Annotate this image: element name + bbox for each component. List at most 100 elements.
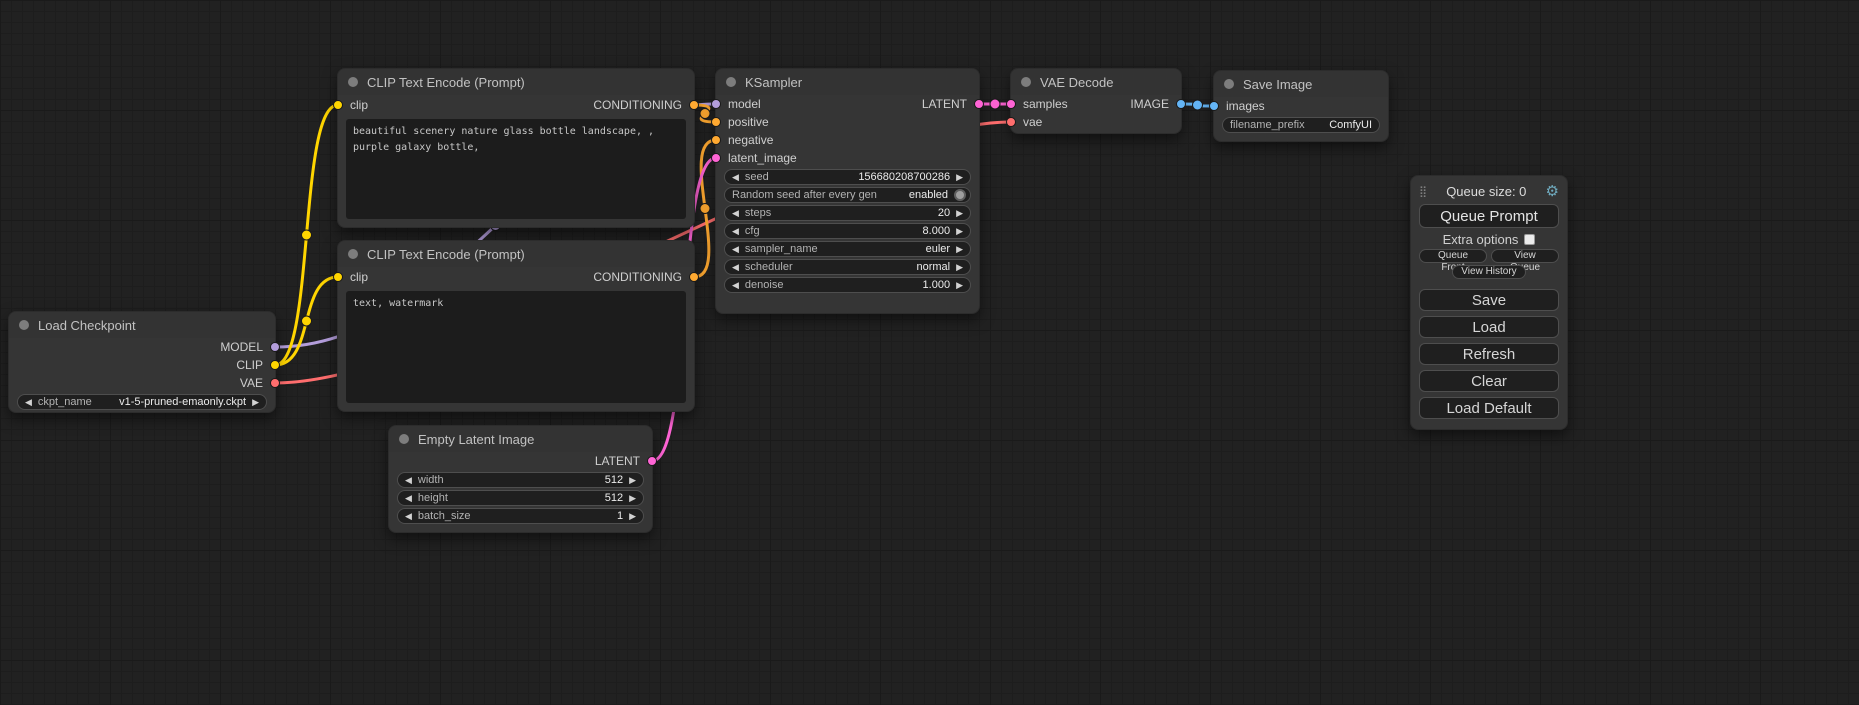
- scheduler-widget[interactable]: ◀ scheduler normal ▶: [724, 259, 971, 275]
- increment-arrow-icon[interactable]: ▶: [629, 494, 636, 503]
- clip-input-port[interactable]: [333, 100, 343, 110]
- node-title-bar[interactable]: VAE Decode: [1011, 69, 1181, 95]
- increment-arrow-icon[interactable]: ▶: [629, 476, 636, 485]
- input-slot-label: negative: [728, 133, 773, 147]
- latent-output-port[interactable]: [647, 456, 657, 466]
- decrement-arrow-icon[interactable]: ◀: [732, 281, 739, 290]
- vae-input-port[interactable]: [1006, 117, 1016, 127]
- image-output-port[interactable]: [1176, 99, 1186, 109]
- samples-input-port[interactable]: [1006, 99, 1016, 109]
- decrement-arrow-icon[interactable]: ◀: [732, 245, 739, 254]
- clear-button[interactable]: Clear: [1419, 370, 1559, 392]
- positive-prompt-textarea[interactable]: beautiful scenery nature glass bottle la…: [346, 119, 686, 219]
- negative-input-port[interactable]: [711, 135, 721, 145]
- decrement-arrow-icon[interactable]: ◀: [732, 173, 739, 182]
- output-slot-label: CONDITIONING: [593, 98, 682, 112]
- increment-arrow-icon[interactable]: ▶: [956, 281, 963, 290]
- latent-output-port[interactable]: [974, 99, 984, 109]
- node-title-bar[interactable]: Load Checkpoint: [9, 312, 275, 338]
- widget-value: 156680208700286: [858, 171, 950, 183]
- widget-value: 1.000: [923, 279, 951, 291]
- increment-arrow-icon[interactable]: ▶: [956, 173, 963, 182]
- output-slot-label: LATENT: [922, 97, 967, 111]
- increment-arrow-icon[interactable]: ▶: [956, 263, 963, 272]
- toggle-knob[interactable]: [954, 189, 966, 201]
- load-default-button[interactable]: Load Default: [1419, 397, 1559, 419]
- steps-widget[interactable]: ◀ steps 20 ▶: [724, 205, 971, 221]
- positive-input-port[interactable]: [711, 117, 721, 127]
- view-history-button[interactable]: View History: [1452, 265, 1526, 279]
- load-button[interactable]: Load: [1419, 316, 1559, 338]
- node-title-bar[interactable]: KSampler: [716, 69, 979, 95]
- widget-label: Random seed after every gen: [732, 189, 877, 201]
- filename-prefix-widget[interactable]: filename_prefix ComfyUI: [1222, 117, 1380, 133]
- seed-widget[interactable]: ◀ seed 156680208700286 ▶: [724, 169, 971, 185]
- cfg-widget[interactable]: ◀ cfg 8.000 ▶: [724, 223, 971, 239]
- decrement-arrow-icon[interactable]: ◀: [25, 398, 32, 407]
- latent-image-input-port[interactable]: [711, 153, 721, 163]
- increment-arrow-icon[interactable]: ▶: [629, 512, 636, 521]
- decrement-arrow-icon[interactable]: ◀: [405, 512, 412, 521]
- node-status-dot: [1224, 79, 1234, 89]
- decrement-arrow-icon[interactable]: ◀: [732, 209, 739, 218]
- node-ksampler[interactable]: KSampler model LATENT positive negative …: [715, 68, 980, 314]
- widget-value: 512: [605, 474, 623, 486]
- menu-header: ⣿ Queue size: 0 ⚙: [1419, 181, 1559, 201]
- queue-front-button[interactable]: Queue Front: [1419, 249, 1487, 263]
- output-slot-label: CLIP: [236, 358, 263, 372]
- decrement-arrow-icon[interactable]: ◀: [405, 476, 412, 485]
- negative-prompt-textarea[interactable]: text, watermark: [346, 291, 686, 403]
- increment-arrow-icon[interactable]: ▶: [956, 245, 963, 254]
- node-load-checkpoint[interactable]: Load Checkpoint MODEL CLIP VAE ◀ ckpt_na…: [8, 311, 276, 413]
- node-clip-text-encode-positive[interactable]: CLIP Text Encode (Prompt) clip CONDITION…: [337, 68, 695, 228]
- node-clip-text-encode-negative[interactable]: CLIP Text Encode (Prompt) clip CONDITION…: [337, 240, 695, 412]
- node-title: CLIP Text Encode (Prompt): [367, 247, 525, 262]
- images-input-port[interactable]: [1209, 101, 1219, 111]
- increment-arrow-icon[interactable]: ▶: [252, 398, 259, 407]
- random-seed-toggle[interactable]: Random seed after every gen enabled: [724, 187, 971, 203]
- widget-label: steps: [745, 207, 771, 219]
- vae-output-port[interactable]: [270, 378, 280, 388]
- denoise-widget[interactable]: ◀ denoise 1.000 ▶: [724, 277, 971, 293]
- clip-input-port[interactable]: [333, 272, 343, 282]
- decrement-arrow-icon[interactable]: ◀: [732, 227, 739, 236]
- sampler-name-widget[interactable]: ◀ sampler_name euler ▶: [724, 241, 971, 257]
- slot-row: MODEL: [9, 338, 275, 356]
- drag-handle-icon[interactable]: ⣿: [1419, 185, 1427, 198]
- node-title-bar[interactable]: CLIP Text Encode (Prompt): [338, 69, 694, 95]
- input-slot-label: samples: [1023, 97, 1068, 111]
- decrement-arrow-icon[interactable]: ◀: [405, 494, 412, 503]
- width-widget[interactable]: ◀ width 512 ▶: [397, 472, 644, 488]
- settings-gear-icon[interactable]: ⚙: [1546, 182, 1559, 200]
- increment-arrow-icon[interactable]: ▶: [956, 227, 963, 236]
- node-status-dot: [399, 434, 409, 444]
- extra-options-checkbox[interactable]: [1524, 234, 1535, 245]
- node-vae-decode[interactable]: VAE Decode samples IMAGE vae: [1010, 68, 1182, 134]
- node-graph-canvas[interactable]: Load Checkpoint MODEL CLIP VAE ◀ ckpt_na…: [0, 0, 1859, 705]
- view-queue-button[interactable]: View Queue: [1491, 249, 1559, 263]
- queue-prompt-button[interactable]: Queue Prompt: [1419, 204, 1559, 228]
- node-title-bar[interactable]: Save Image: [1214, 71, 1388, 97]
- batch-size-widget[interactable]: ◀ batch_size 1 ▶: [397, 508, 644, 524]
- save-button[interactable]: Save: [1419, 289, 1559, 311]
- ckpt-name-widget[interactable]: ◀ ckpt_name v1-5-pruned-emaonly.ckpt ▶: [17, 394, 267, 410]
- node-title-bar[interactable]: Empty Latent Image: [389, 426, 652, 452]
- model-input-port[interactable]: [711, 99, 721, 109]
- conditioning-output-port[interactable]: [689, 272, 699, 282]
- queue-actions-row: Queue Front View Queue: [1419, 249, 1559, 263]
- decrement-arrow-icon[interactable]: ◀: [732, 263, 739, 272]
- widget-label: width: [418, 474, 444, 486]
- conditioning-output-port[interactable]: [689, 100, 699, 110]
- widget-value: normal: [916, 261, 950, 273]
- slot-row: model LATENT: [716, 95, 979, 113]
- increment-arrow-icon[interactable]: ▶: [956, 209, 963, 218]
- node-save-image[interactable]: Save Image images filename_prefix ComfyU…: [1213, 70, 1389, 142]
- extra-options-label: Extra options: [1443, 232, 1519, 247]
- refresh-button[interactable]: Refresh: [1419, 343, 1559, 365]
- height-widget[interactable]: ◀ height 512 ▶: [397, 490, 644, 506]
- clip-output-port[interactable]: [270, 360, 280, 370]
- node-empty-latent-image[interactable]: Empty Latent Image LATENT ◀ width 512 ▶ …: [388, 425, 653, 533]
- widget-label: sampler_name: [745, 243, 818, 255]
- node-title-bar[interactable]: CLIP Text Encode (Prompt): [338, 241, 694, 267]
- model-output-port[interactable]: [270, 342, 280, 352]
